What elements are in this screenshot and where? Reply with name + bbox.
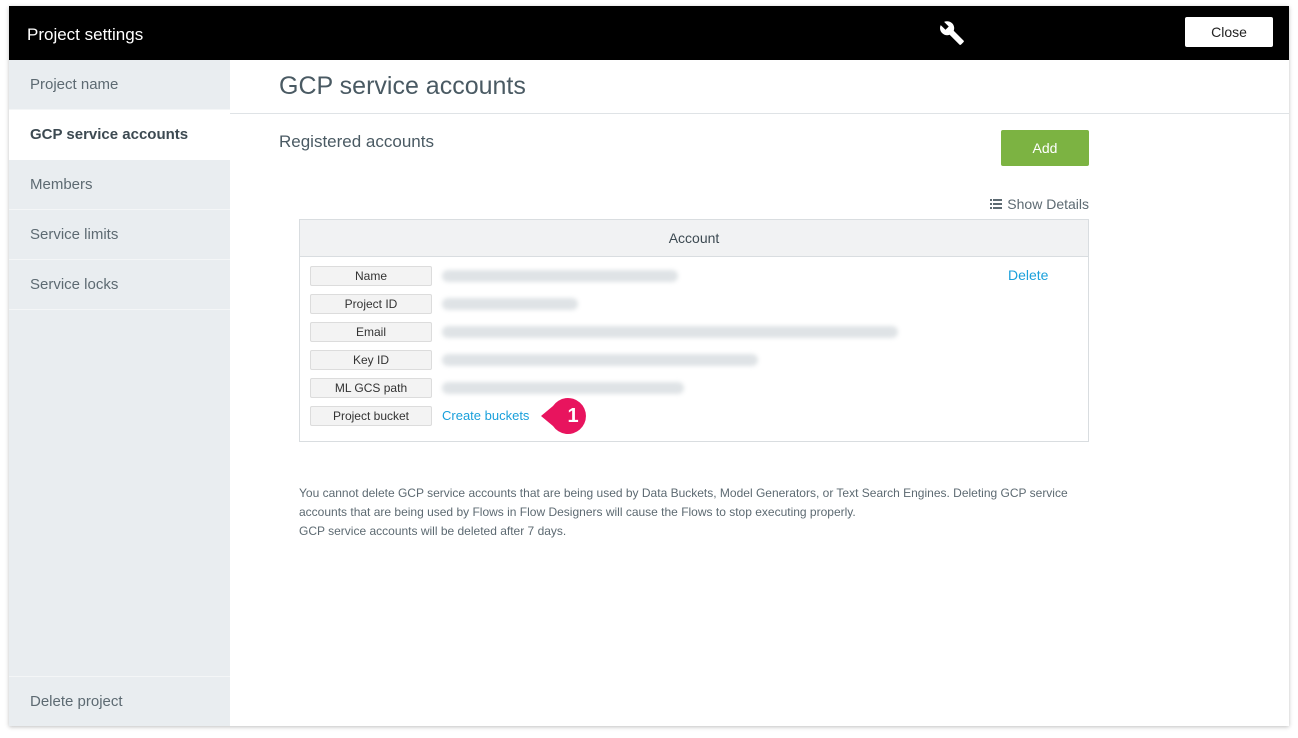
settings-window: Project settings Close Project name GCP …	[9, 6, 1289, 726]
delete-account-link[interactable]: Delete	[1008, 267, 1048, 283]
create-buckets-link[interactable]: Create buckets	[442, 408, 529, 423]
title-divider	[230, 113, 1289, 114]
page-title: GCP service accounts	[279, 72, 526, 100]
sidebar-item-project-name[interactable]: Project name	[9, 60, 230, 110]
redacted-value	[442, 298, 578, 310]
sidebar-item-members[interactable]: Members	[9, 160, 230, 210]
field-row-project-id: Project ID	[310, 294, 1010, 314]
deletion-notice: You cannot delete GCP service accounts t…	[299, 484, 1099, 541]
show-details-toggle[interactable]: Show Details	[990, 196, 1089, 212]
redacted-value	[442, 270, 678, 282]
list-icon	[990, 199, 1003, 209]
table-header: Account	[300, 220, 1088, 257]
show-details-label: Show Details	[1007, 196, 1089, 212]
wrench-icon	[940, 21, 964, 45]
field-label-ml-gcs-path: ML GCS path	[310, 378, 432, 398]
callout-marker: 1	[541, 398, 586, 434]
sidebar: Project name GCP service accounts Member…	[9, 60, 230, 726]
window-title: Project settings	[27, 25, 144, 44]
field-row-key-id: Key ID	[310, 350, 1010, 370]
sidebar-item-delete-project[interactable]: Delete project	[9, 676, 230, 726]
sidebar-item-gcp-service-accounts[interactable]: GCP service accounts	[9, 110, 230, 160]
field-row-project-bucket: Project bucket Create buckets	[310, 406, 1010, 426]
notice-line: GCP service accounts will be deleted aft…	[299, 524, 567, 538]
close-button[interactable]: Close	[1185, 17, 1273, 47]
field-label-name: Name	[310, 266, 432, 286]
callout-number: 1	[567, 405, 578, 427]
field-row-ml-gcs-path: ML GCS path	[310, 378, 1010, 398]
field-row-name: Name	[310, 266, 1010, 286]
field-label-project-bucket: Project bucket	[310, 406, 432, 426]
accounts-table: Account Name Delete Project ID Email Key…	[299, 219, 1089, 442]
redacted-value	[442, 354, 758, 366]
field-label-project-id: Project ID	[310, 294, 432, 314]
top-bar: Project settings Close	[9, 6, 1289, 60]
section-title: Registered accounts	[279, 132, 434, 151]
field-row-email: Email	[310, 322, 1010, 342]
field-label-key-id: Key ID	[310, 350, 432, 370]
redacted-value	[442, 326, 898, 338]
redacted-value	[442, 382, 684, 394]
add-account-button[interactable]: Add	[1001, 130, 1089, 166]
sidebar-item-service-locks[interactable]: Service locks	[9, 260, 230, 310]
notice-line: You cannot delete GCP service accounts t…	[299, 486, 1068, 500]
notice-line: accounts that are being used by Flows in…	[299, 505, 856, 519]
field-label-email: Email	[310, 322, 432, 342]
sidebar-item-service-limits[interactable]: Service limits	[9, 210, 230, 260]
